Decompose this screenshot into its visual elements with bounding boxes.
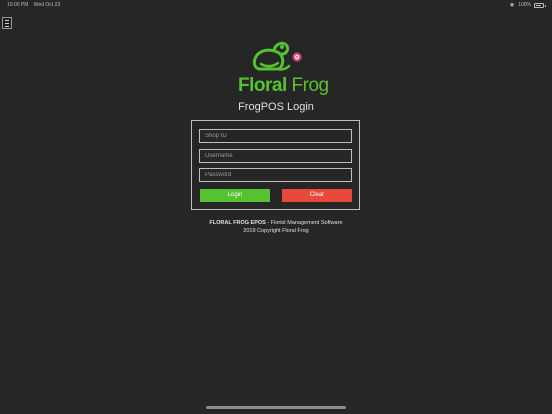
- status-bar-left: 10:00 PM Wed Oct 23: [7, 2, 60, 8]
- status-bar: 10:00 PM Wed Oct 23 ◉ 100%: [0, 0, 552, 10]
- footer: FLORAL FROG EPOS - Florist Management So…: [0, 220, 552, 235]
- page-title: FrogPOS Login: [238, 101, 314, 113]
- frog-flower-icon: [252, 41, 302, 71]
- footer-copyright: 2019 Copyright Floral Frog: [243, 227, 309, 234]
- status-time: 10:00 PM: [7, 2, 29, 8]
- status-bar-right: ◉ 100%: [509, 2, 546, 8]
- menu-toggle-button[interactable]: [2, 17, 12, 29]
- logo-wordmark: Floral Frog: [238, 75, 329, 97]
- home-indicator[interactable]: [206, 406, 346, 409]
- footer-brand: FLORAL FROG EPOS: [209, 220, 266, 226]
- footer-line-1: FLORAL FROG EPOS - Florist Management So…: [0, 220, 552, 228]
- shop-id-input[interactable]: [199, 129, 352, 143]
- clear-button[interactable]: Clear: [282, 189, 352, 202]
- battery-percent: 100%: [518, 2, 531, 8]
- logo-text-frog: Frog: [291, 75, 330, 96]
- menu-line-icon: [5, 20, 9, 21]
- flower-icon: [292, 52, 302, 62]
- logo-text-floral: Floral: [238, 75, 287, 96]
- login-button[interactable]: Login: [200, 189, 270, 202]
- login-screen: 10:00 PM Wed Oct 23 ◉ 100% Floral Frog F…: [0, 0, 552, 414]
- footer-tagline: - Florist Management Software: [265, 220, 343, 226]
- floral-frog-logo: Floral Frog: [238, 36, 329, 100]
- login-form: Login Clear: [191, 120, 360, 210]
- wifi-icon: ◉: [509, 2, 515, 8]
- status-date: Wed Oct 23: [33, 2, 61, 8]
- menu-line-icon: [5, 26, 9, 27]
- battery-icon: [534, 2, 546, 8]
- menu-line-icon: [5, 23, 9, 24]
- password-input[interactable]: [199, 168, 352, 182]
- username-input[interactable]: [199, 149, 352, 163]
